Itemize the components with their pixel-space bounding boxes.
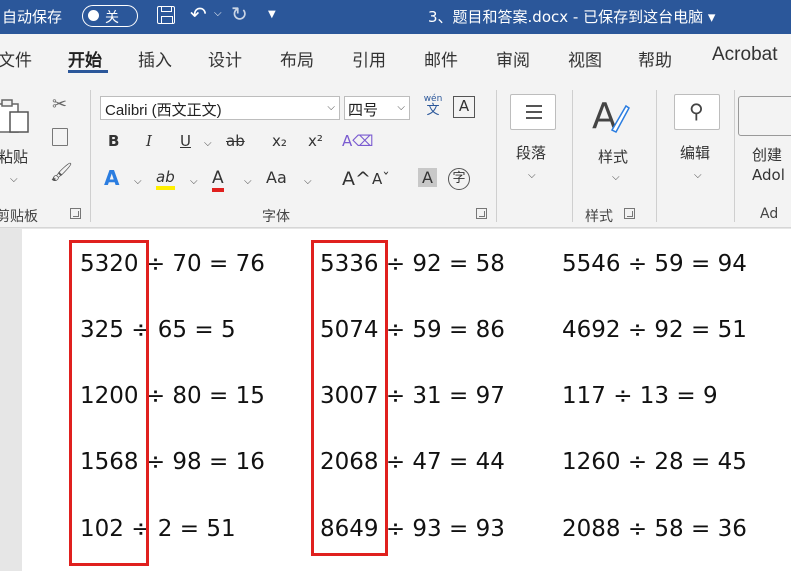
strikethrough-button[interactable]: ab <box>226 132 245 150</box>
tab-acrobat[interactable]: Acrobat <box>712 44 777 66</box>
paragraph-label[interactable]: 段落 <box>516 142 546 163</box>
text-effects-button[interactable]: A <box>104 166 119 190</box>
tab-layout[interactable]: 布局 <box>280 46 314 71</box>
autosave-toggle[interactable]: 关 <box>82 5 138 27</box>
phonetic-guide-icon[interactable]: wén 文 <box>420 94 446 120</box>
editing-dropdown-icon[interactable]: ⌵ <box>694 170 702 181</box>
group-separator <box>656 90 657 222</box>
autosave-label: 自动保存 <box>2 8 63 26</box>
group-separator <box>734 90 735 222</box>
superscript-button[interactable]: x² <box>308 132 323 150</box>
active-tab-indicator <box>68 70 108 73</box>
dividend-highlight-box <box>69 240 149 566</box>
equation[interactable]: 4692 ÷ 92 = 51 <box>562 317 747 343</box>
underline-dropdown-icon[interactable]: ⌵ <box>204 138 212 149</box>
change-case-dropdown-icon[interactable]: ⌵ <box>304 176 312 187</box>
phonetic-char: 文 <box>426 103 440 118</box>
create-pdf-icon[interactable] <box>738 96 791 136</box>
tab-review[interactable]: 审阅 <box>496 46 530 71</box>
clear-formatting-icon[interactable]: A⌫ <box>342 132 373 150</box>
paragraph-button[interactable] <box>510 94 556 130</box>
chevron-down-icon: ⌵ <box>397 102 405 113</box>
font-launcher-icon[interactable] <box>476 208 487 219</box>
dividend-highlight-box <box>311 240 388 556</box>
undo-icon[interactable]: ↶ <box>190 2 207 26</box>
create-pdf-label-1[interactable]: 创建 <box>752 144 782 165</box>
tab-references[interactable]: 引用 <box>352 46 386 71</box>
paste-label[interactable]: 粘贴 <box>0 146 28 167</box>
document-page[interactable]: 5320 ÷ 70 = 76 325 ÷ 65 = 5 1200 ÷ 80 = … <box>22 229 791 571</box>
styles-group-label: 样式 <box>585 209 613 225</box>
character-border-icon[interactable]: A <box>453 96 475 118</box>
text-effects-dropdown-icon[interactable]: ⌵ <box>134 176 142 187</box>
clipboard-launcher-icon[interactable] <box>70 208 81 219</box>
document-area: 5320 ÷ 70 = 76 325 ÷ 65 = 5 1200 ÷ 80 = … <box>0 229 791 571</box>
tab-mailings[interactable]: 邮件 <box>424 46 458 71</box>
equation[interactable]: 2088 ÷ 58 = 36 <box>562 516 747 542</box>
equation[interactable]: 117 ÷ 13 = 9 <box>562 383 718 409</box>
document-title[interactable]: 3、题目和答案.docx - 已保存到这台电脑 ▾ <box>428 6 715 27</box>
font-size-value: 四号 <box>348 101 379 119</box>
cut-icon[interactable]: ✂ <box>52 94 67 115</box>
tab-file[interactable]: 文件 <box>0 46 32 71</box>
find-button[interactable]: ⚲ <box>674 94 720 130</box>
character-shading-button[interactable]: A <box>418 168 437 187</box>
search-icon: ⚲ <box>689 99 704 123</box>
font-color-dropdown-icon[interactable]: ⌵ <box>244 176 252 187</box>
copy-icon[interactable] <box>52 128 68 146</box>
highlight-dropdown-icon[interactable]: ⌵ <box>190 176 198 187</box>
tab-home[interactable]: 开始 <box>68 46 102 71</box>
autosave-state: 关 <box>105 10 119 26</box>
tab-design[interactable]: 设计 <box>208 46 242 71</box>
adobe-group-label: Ad <box>760 206 779 222</box>
font-color-button[interactable]: A <box>212 168 224 192</box>
create-pdf-label-2[interactable]: Adol <box>752 166 785 184</box>
font-name-select[interactable]: Calibri (西文正文) ⌵ <box>100 96 340 120</box>
paragraph-dropdown-icon[interactable]: ⌵ <box>528 170 536 181</box>
underline-button[interactable]: U <box>180 132 191 150</box>
save-icon[interactable] <box>157 6 175 24</box>
font-name-value: Calibri (西文正文) <box>105 102 222 119</box>
format-painter-icon[interactable]: 🖌 <box>50 162 73 183</box>
editing-label[interactable]: 编辑 <box>680 142 710 163</box>
ribbon: 粘贴 ⌵ ✂ 🖌 剪贴板 Calibri (西文正文) ⌵ 四号 ⌵ wén 文… <box>0 82 791 228</box>
enclose-characters-button[interactable]: 字 <box>448 168 470 190</box>
paste-dropdown-icon[interactable]: ⌵ <box>10 174 18 185</box>
group-separator <box>90 90 91 222</box>
tab-help[interactable]: 帮助 <box>638 46 672 71</box>
title-bar: 自动保存 关 ↶ ⌵ ↻ ▼ 3、题目和答案.docx - 已保存到这台电脑 ▾ <box>0 0 791 34</box>
shrink-font-button[interactable]: Aˇ <box>372 170 390 188</box>
equation[interactable]: 1260 ÷ 28 = 45 <box>562 449 747 475</box>
font-group-label: 字体 <box>262 209 290 225</box>
undo-dropdown-icon[interactable]: ⌵ <box>214 8 222 19</box>
tab-view[interactable]: 视图 <box>568 46 602 71</box>
change-case-button[interactable]: Aa <box>266 168 287 187</box>
font-size-select[interactable]: 四号 ⌵ <box>344 96 410 120</box>
styles-dropdown-icon[interactable]: ⌵ <box>612 172 620 183</box>
group-separator <box>496 90 497 222</box>
group-separator <box>572 90 573 222</box>
styles-icon[interactable]: A <box>590 94 630 140</box>
clipboard-group-label: 剪贴板 <box>0 209 38 225</box>
paste-icon[interactable] <box>0 98 32 134</box>
styles-label[interactable]: 样式 <box>598 146 628 167</box>
tab-insert[interactable]: 插入 <box>138 46 172 71</box>
equation[interactable]: 5546 ÷ 59 = 94 <box>562 251 747 277</box>
styles-launcher-icon[interactable] <box>624 208 635 219</box>
ribbon-tabs: 文件 开始 插入 设计 布局 引用 邮件 审阅 视图 帮助 Acrobat <box>0 34 791 82</box>
toggle-knob <box>88 10 99 21</box>
customize-qat-icon[interactable]: ▼ <box>268 9 276 20</box>
subscript-button[interactable]: x₂ <box>272 132 287 150</box>
italic-button[interactable]: I <box>146 132 152 150</box>
bold-button[interactable]: B <box>108 132 119 150</box>
redo-icon[interactable]: ↻ <box>231 2 248 26</box>
highlight-button[interactable]: ab <box>156 168 175 190</box>
grow-font-button[interactable]: A^ <box>342 168 371 190</box>
chevron-down-icon: ⌵ <box>327 102 335 113</box>
